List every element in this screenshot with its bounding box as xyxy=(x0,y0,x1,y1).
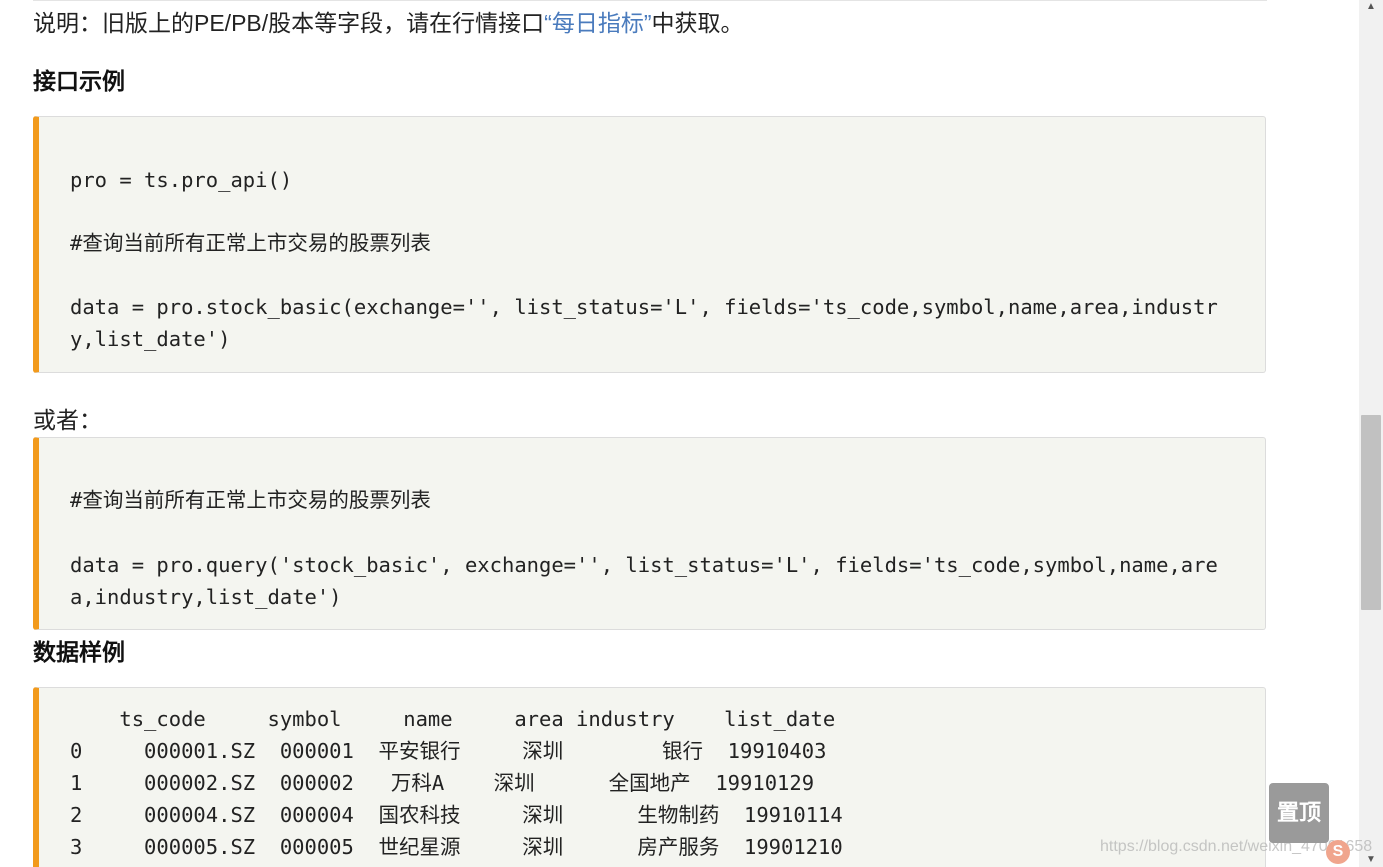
code-block-sample: ts_code symbol name area industry list_d… xyxy=(33,687,1266,867)
scrollbar-thumb[interactable] xyxy=(1361,415,1381,610)
note-suffix: 中获取。 xyxy=(651,10,744,36)
daily-indicator-link[interactable]: “每日指标” xyxy=(544,10,651,36)
back-to-top-button[interactable]: 置顶 xyxy=(1269,783,1329,843)
code-line: pro = ts.pro_api() xyxy=(70,168,293,192)
page: 说明：旧版上的PE/PB/股本等字段，请在行情接口“每日指标”中获取。 接口示例… xyxy=(0,0,1383,867)
heading-sample: 数据样例 xyxy=(33,639,125,665)
table-row: 2 000004.SZ 000004 国农科技 深圳 生物制药 19910114 xyxy=(70,803,843,827)
table-row: 3 000005.SZ 000005 世纪星源 深圳 房产服务 19901210 xyxy=(70,835,843,859)
csdn-logo-icon[interactable]: S xyxy=(1326,840,1350,864)
table-header: ts_code symbol name area industry list_d… xyxy=(70,707,836,731)
or-text: 或者： xyxy=(33,407,102,433)
code-line: y,list_date') xyxy=(70,327,231,351)
table-row: 0 000001.SZ 000001 平安银行 深圳 银行 19910403 xyxy=(70,739,827,763)
scroll-up-arrow-icon[interactable]: ▲ xyxy=(1361,0,1381,14)
code-comment: #查询当前所有正常上市交易的股票列表 xyxy=(70,488,431,512)
divider xyxy=(33,0,1267,1)
code-line: a,industry,list_date') xyxy=(70,585,342,609)
code-comment: #查询当前所有正常上市交易的股票列表 xyxy=(70,231,431,255)
code-line: data = pro.stock_basic(exchange='', list… xyxy=(70,295,1218,319)
table-row: 1 000002.SZ 000002 万科A 深圳 全国地产 19910129 xyxy=(70,771,815,795)
note-text: 说明：旧版上的PE/PB/股本等字段，请在行情接口“每日指标”中获取。 xyxy=(33,6,743,40)
code-line: data = pro.query('stock_basic', exchange… xyxy=(70,553,1218,577)
code-block-example: pro = ts.pro_api() #查询当前所有正常上市交易的股票列表 da… xyxy=(33,116,1266,373)
code-block-alt: #查询当前所有正常上市交易的股票列表 data = pro.query('sto… xyxy=(33,437,1266,630)
heading-example: 接口示例 xyxy=(33,68,125,94)
note-prefix: 说明：旧版上的PE/PB/股本等字段，请在行情接口 xyxy=(33,10,545,36)
